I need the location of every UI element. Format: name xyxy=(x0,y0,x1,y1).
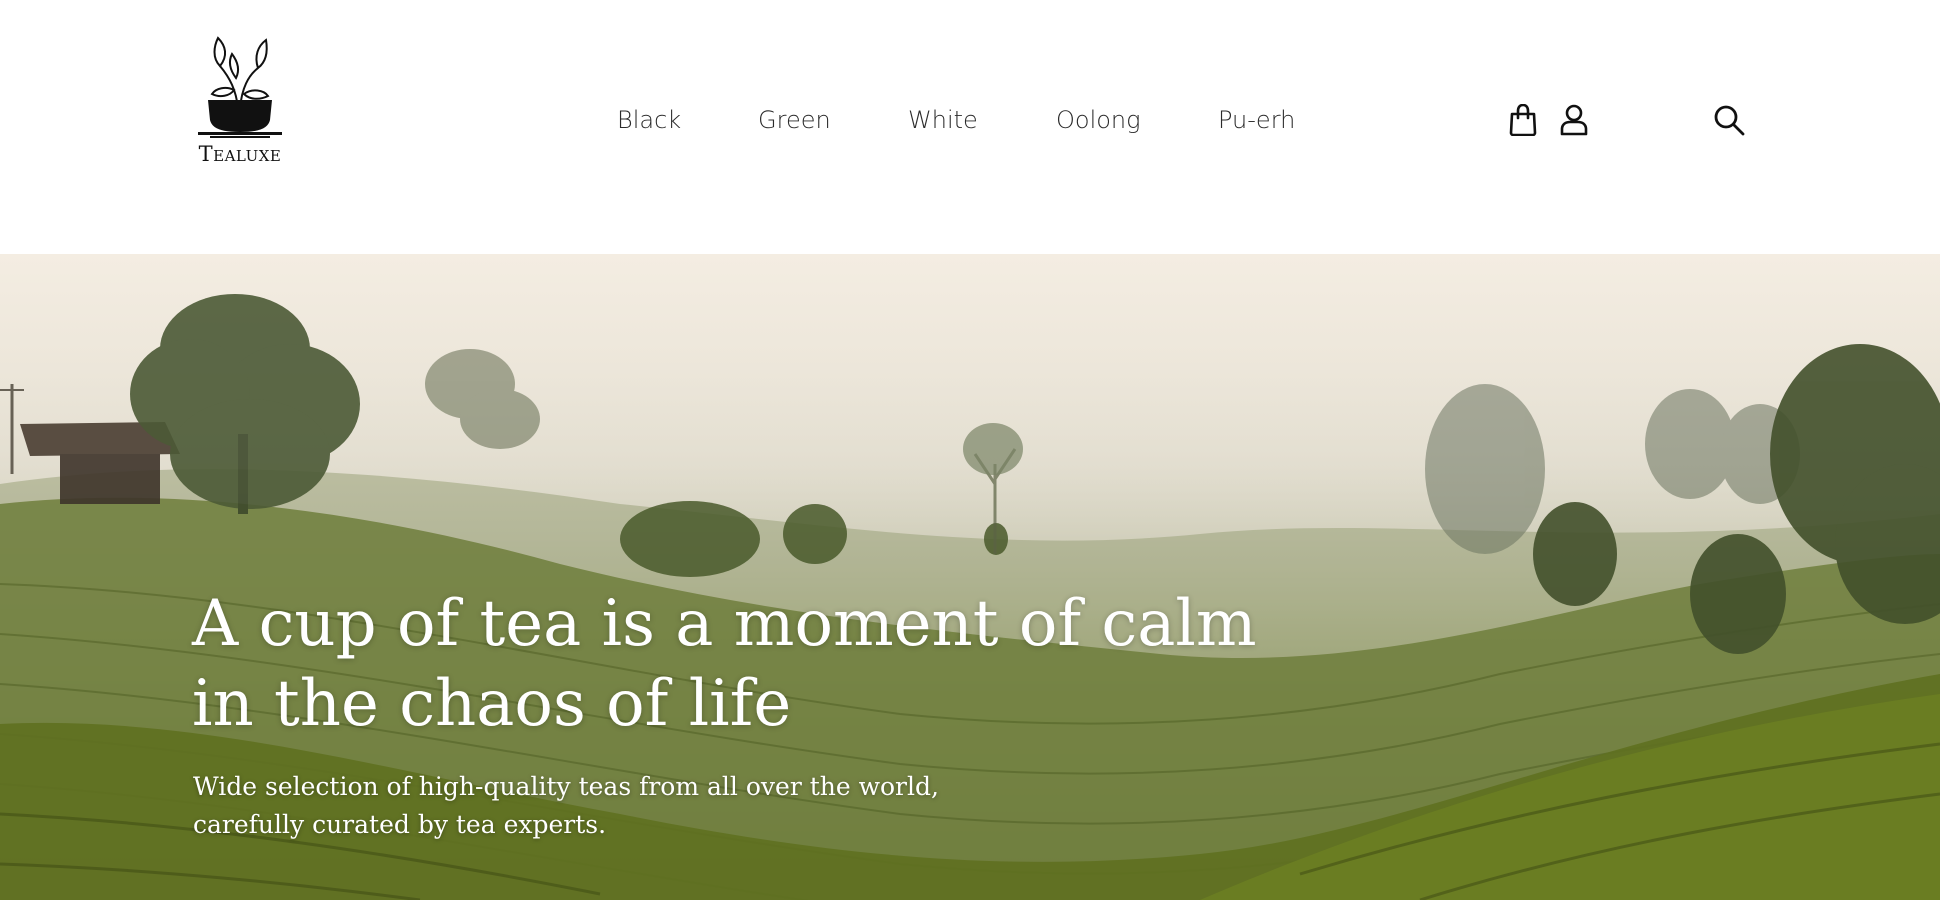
hero-title: A cup of tea is a moment of calm in the … xyxy=(192,584,1292,744)
tea-cup-leaves-icon xyxy=(198,36,282,138)
search-icon xyxy=(1714,105,1745,136)
hero-subtitle-line-1: Wide selection of high-quality teas from… xyxy=(193,772,939,801)
hero-banner: A cup of tea is a moment of calm in the … xyxy=(0,254,1940,900)
brand-logo[interactable]: Tealuxe xyxy=(190,28,290,168)
nav-item-black[interactable]: Black xyxy=(617,106,681,134)
brand-name: Tealuxe xyxy=(198,142,282,166)
account-button[interactable] xyxy=(1559,104,1589,140)
user-icon xyxy=(1560,104,1588,136)
nav-item-green[interactable]: Green xyxy=(758,106,831,134)
search-button[interactable] xyxy=(1713,104,1745,140)
hero-subtitle-line-2: carefully curated by tea experts. xyxy=(193,810,607,839)
nav-item-white[interactable]: White xyxy=(908,106,978,134)
nav-item-oolong[interactable]: Oolong xyxy=(1056,106,1141,134)
hero-subtitle: Wide selection of high-quality teas from… xyxy=(193,768,953,844)
shopping-bag-icon xyxy=(1509,103,1537,137)
nav-item-pu-erh[interactable]: Pu-erh xyxy=(1218,106,1295,134)
cart-button[interactable] xyxy=(1508,103,1538,140)
site-header: Tealuxe Black Green White Oolong Pu-erh xyxy=(0,0,1940,254)
hero-title-line-2: in the chaos of life xyxy=(192,667,792,741)
hero-title-line-1: A cup of tea is a moment of calm xyxy=(192,587,1257,661)
